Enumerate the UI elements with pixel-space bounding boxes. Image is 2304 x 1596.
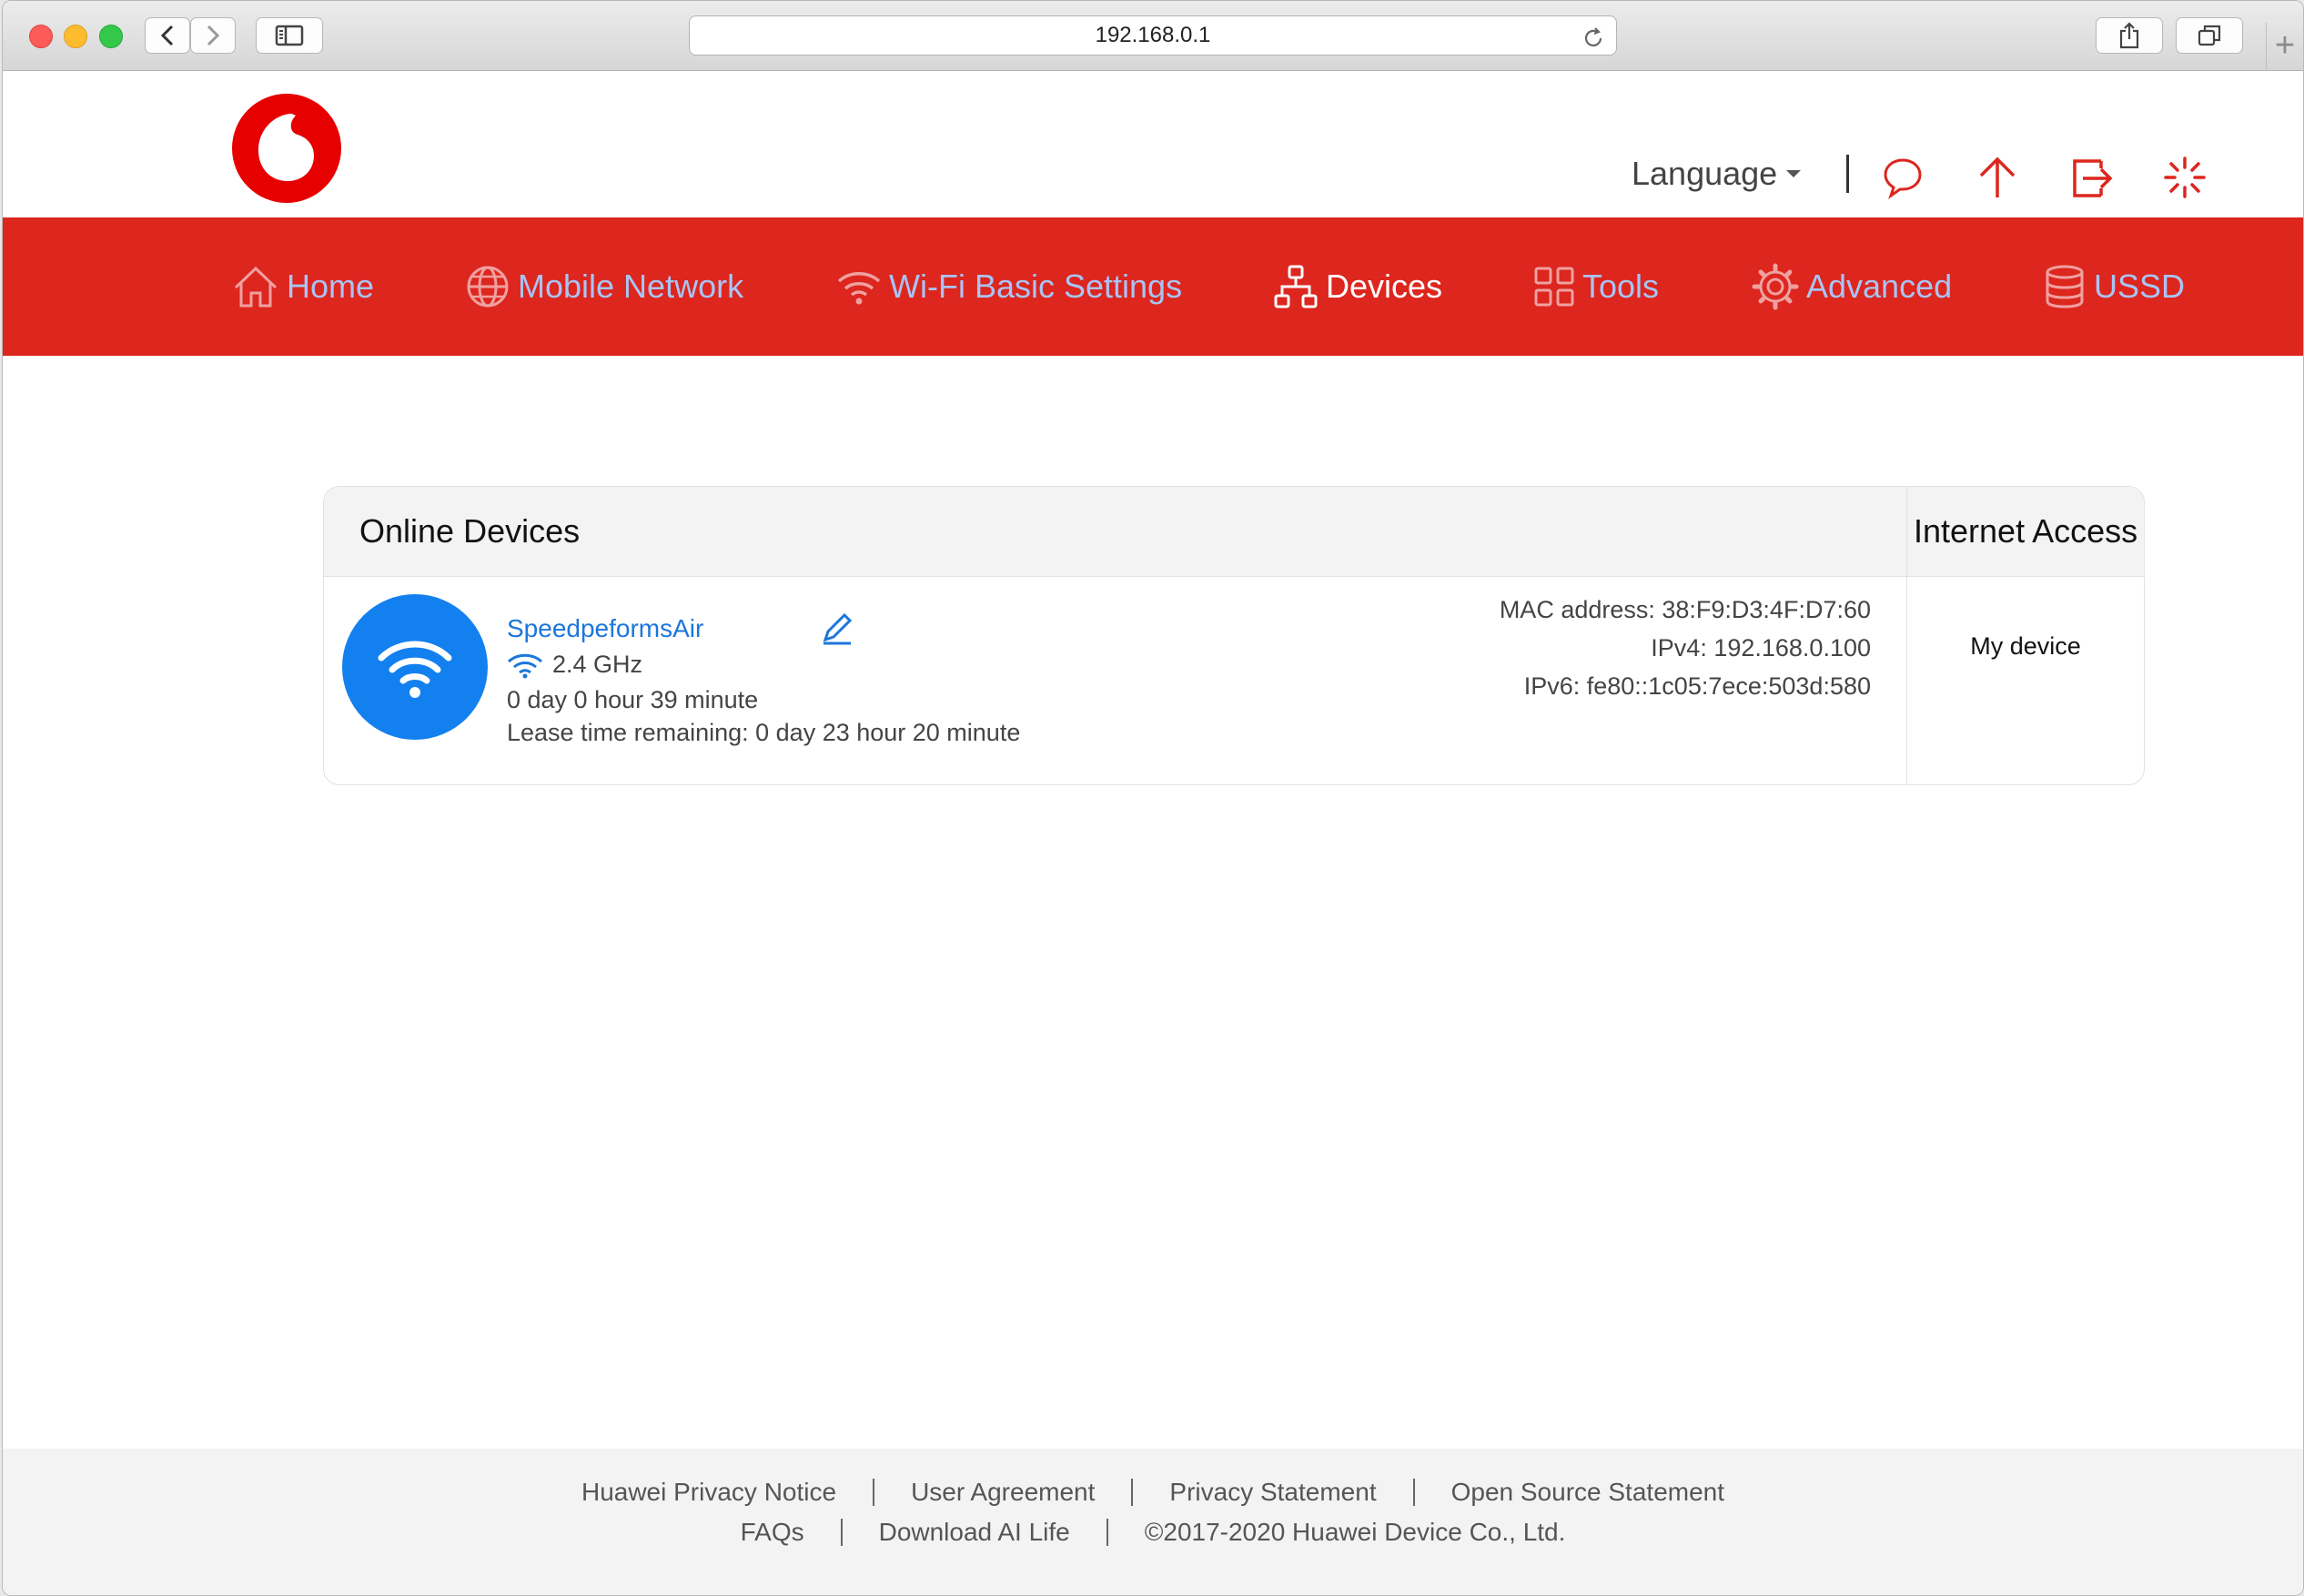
device-lease-time: Lease time remaining: 0 day 23 hour 20 m… bbox=[507, 719, 1021, 746]
nav-label-home: Home bbox=[287, 268, 375, 305]
new-tab-button[interactable]: + bbox=[2266, 23, 2303, 70]
mac-address: MAC address: 38:F9:D3:4F:D7:60 bbox=[1499, 596, 1871, 623]
home-icon bbox=[234, 266, 278, 308]
nav-item-wifi-basic-settings[interactable]: Wi-Fi Basic Settings bbox=[836, 217, 1182, 356]
close-window-button[interactable] bbox=[29, 25, 53, 48]
chevron-right-icon bbox=[207, 25, 220, 46]
globe-icon bbox=[467, 266, 509, 308]
open-source-statement-link[interactable]: Open Source Statement bbox=[1451, 1478, 1724, 1507]
footer-divider bbox=[873, 1479, 875, 1506]
tabs-overview-button[interactable] bbox=[2176, 17, 2243, 54]
device-name-link[interactable]: SpeedpeformsAir bbox=[507, 614, 703, 643]
grid-tools-icon bbox=[1534, 267, 1574, 307]
nav-label-wifi-basic-settings: Wi-Fi Basic Settings bbox=[889, 268, 1183, 305]
footer-links-row-2: FAQs Download AI Life ©2017-2020 Huawei … bbox=[3, 1518, 2303, 1547]
footer-links-row-1: Huawei Privacy Notice User Agreement Pri… bbox=[3, 1478, 2303, 1507]
url-text: 192.168.0.1 bbox=[1095, 23, 1211, 47]
footer-divider bbox=[1106, 1519, 1108, 1546]
zoom-window-button[interactable] bbox=[99, 25, 123, 48]
wifi-signal-icon bbox=[507, 653, 543, 678]
nav-label-tools: Tools bbox=[1582, 268, 1660, 305]
online-devices-title: Online Devices bbox=[359, 512, 581, 550]
nav-label-ussd: USSD bbox=[2094, 268, 2186, 305]
minimize-window-button[interactable] bbox=[64, 25, 87, 48]
sidebar-icon bbox=[275, 25, 304, 46]
internet-access-title: Internet Access bbox=[1914, 512, 2138, 550]
nav-item-mobile-network[interactable]: Mobile Network bbox=[465, 217, 743, 356]
network-devices-icon bbox=[1274, 265, 1318, 308]
nav-item-tools[interactable]: Tools bbox=[1533, 217, 1659, 356]
nav-label-devices: Devices bbox=[1326, 268, 1443, 305]
device-network-info: MAC address: 38:F9:D3:4F:D7:60 IPv4: 192… bbox=[1500, 591, 1871, 705]
footer-divider bbox=[840, 1519, 843, 1546]
card-header bbox=[324, 487, 2144, 577]
wifi-icon bbox=[378, 641, 452, 698]
nav-item-advanced[interactable]: Advanced bbox=[1752, 217, 1952, 356]
footer: Huawei Privacy Notice User Agreement Pri… bbox=[3, 1449, 2303, 1595]
sidebar-toggle-button[interactable] bbox=[256, 17, 323, 54]
nav-label-advanced: Advanced bbox=[1806, 268, 1953, 305]
language-dropdown[interactable]: Language bbox=[1632, 155, 1802, 193]
ipv4-address: IPv4: 192.168.0.100 bbox=[1651, 634, 1871, 662]
header-divider bbox=[1846, 155, 1850, 193]
user-agreement-link[interactable]: User Agreement bbox=[911, 1478, 1095, 1507]
chevron-left-icon bbox=[160, 25, 174, 46]
nav-item-devices[interactable]: Devices bbox=[1273, 217, 1442, 356]
footer-divider bbox=[1412, 1479, 1415, 1506]
message-icon[interactable] bbox=[1881, 156, 1925, 204]
download-ai-life-link[interactable]: Download AI Life bbox=[879, 1518, 1070, 1547]
device-avatar bbox=[342, 594, 488, 740]
header-controls: Language bbox=[1632, 146, 1850, 201]
back-button[interactable] bbox=[145, 17, 190, 54]
device-band: 2.4 GHz bbox=[507, 651, 642, 679]
main-nav: Home Mobile Network Wi-Fi Basic Settings… bbox=[3, 217, 2303, 356]
nav-item-home[interactable]: Home bbox=[232, 217, 374, 356]
faqs-link[interactable]: FAQs bbox=[741, 1518, 804, 1547]
wifi-icon bbox=[837, 272, 881, 305]
update-arrow-icon[interactable] bbox=[1976, 156, 2019, 204]
vodafone-logo[interactable] bbox=[230, 92, 343, 205]
device-uptime: 0 day 0 hour 39 minute bbox=[507, 686, 759, 713]
share-icon bbox=[2119, 22, 2139, 49]
address-bar[interactable]: 192.168.0.1 bbox=[689, 15, 1617, 56]
online-devices-card: Online Devices Internet Access Speedpefo… bbox=[323, 486, 2145, 785]
reload-icon[interactable] bbox=[1581, 25, 1605, 63]
language-label: Language bbox=[1632, 155, 1778, 192]
logout-icon[interactable] bbox=[2070, 156, 2116, 204]
band-label: 2.4 GHz bbox=[552, 651, 643, 678]
copyright-text: ©2017-2020 Huawei Device Co., Ltd. bbox=[1144, 1518, 1566, 1546]
database-icon bbox=[2046, 265, 2084, 308]
tabs-icon bbox=[2198, 25, 2221, 46]
share-button[interactable] bbox=[2096, 17, 2163, 54]
ipv6-address: IPv6: fe80::1c05:7ece:503d:580 bbox=[1523, 672, 1871, 700]
forward-button[interactable] bbox=[190, 17, 236, 54]
browser-toolbar: 192.168.0.1 + bbox=[3, 1, 2303, 71]
footer-divider bbox=[1131, 1479, 1134, 1506]
caret-down-icon bbox=[1786, 170, 1802, 177]
internet-access-status: My device bbox=[1970, 632, 2081, 660]
huawei-privacy-notice-link[interactable]: Huawei Privacy Notice bbox=[581, 1478, 836, 1507]
nav-label-mobile-network: Mobile Network bbox=[518, 268, 744, 305]
loading-spinner-icon bbox=[2163, 156, 2207, 204]
nav-item-ussd[interactable]: USSD bbox=[2043, 217, 2185, 356]
browser-window: 192.168.0.1 + Language Home Mobile Netwo… bbox=[2, 0, 2304, 1596]
privacy-statement-link[interactable]: Privacy Statement bbox=[1169, 1478, 1376, 1507]
edit-pencil-icon[interactable] bbox=[818, 611, 854, 652]
gear-icon bbox=[1752, 263, 1799, 310]
